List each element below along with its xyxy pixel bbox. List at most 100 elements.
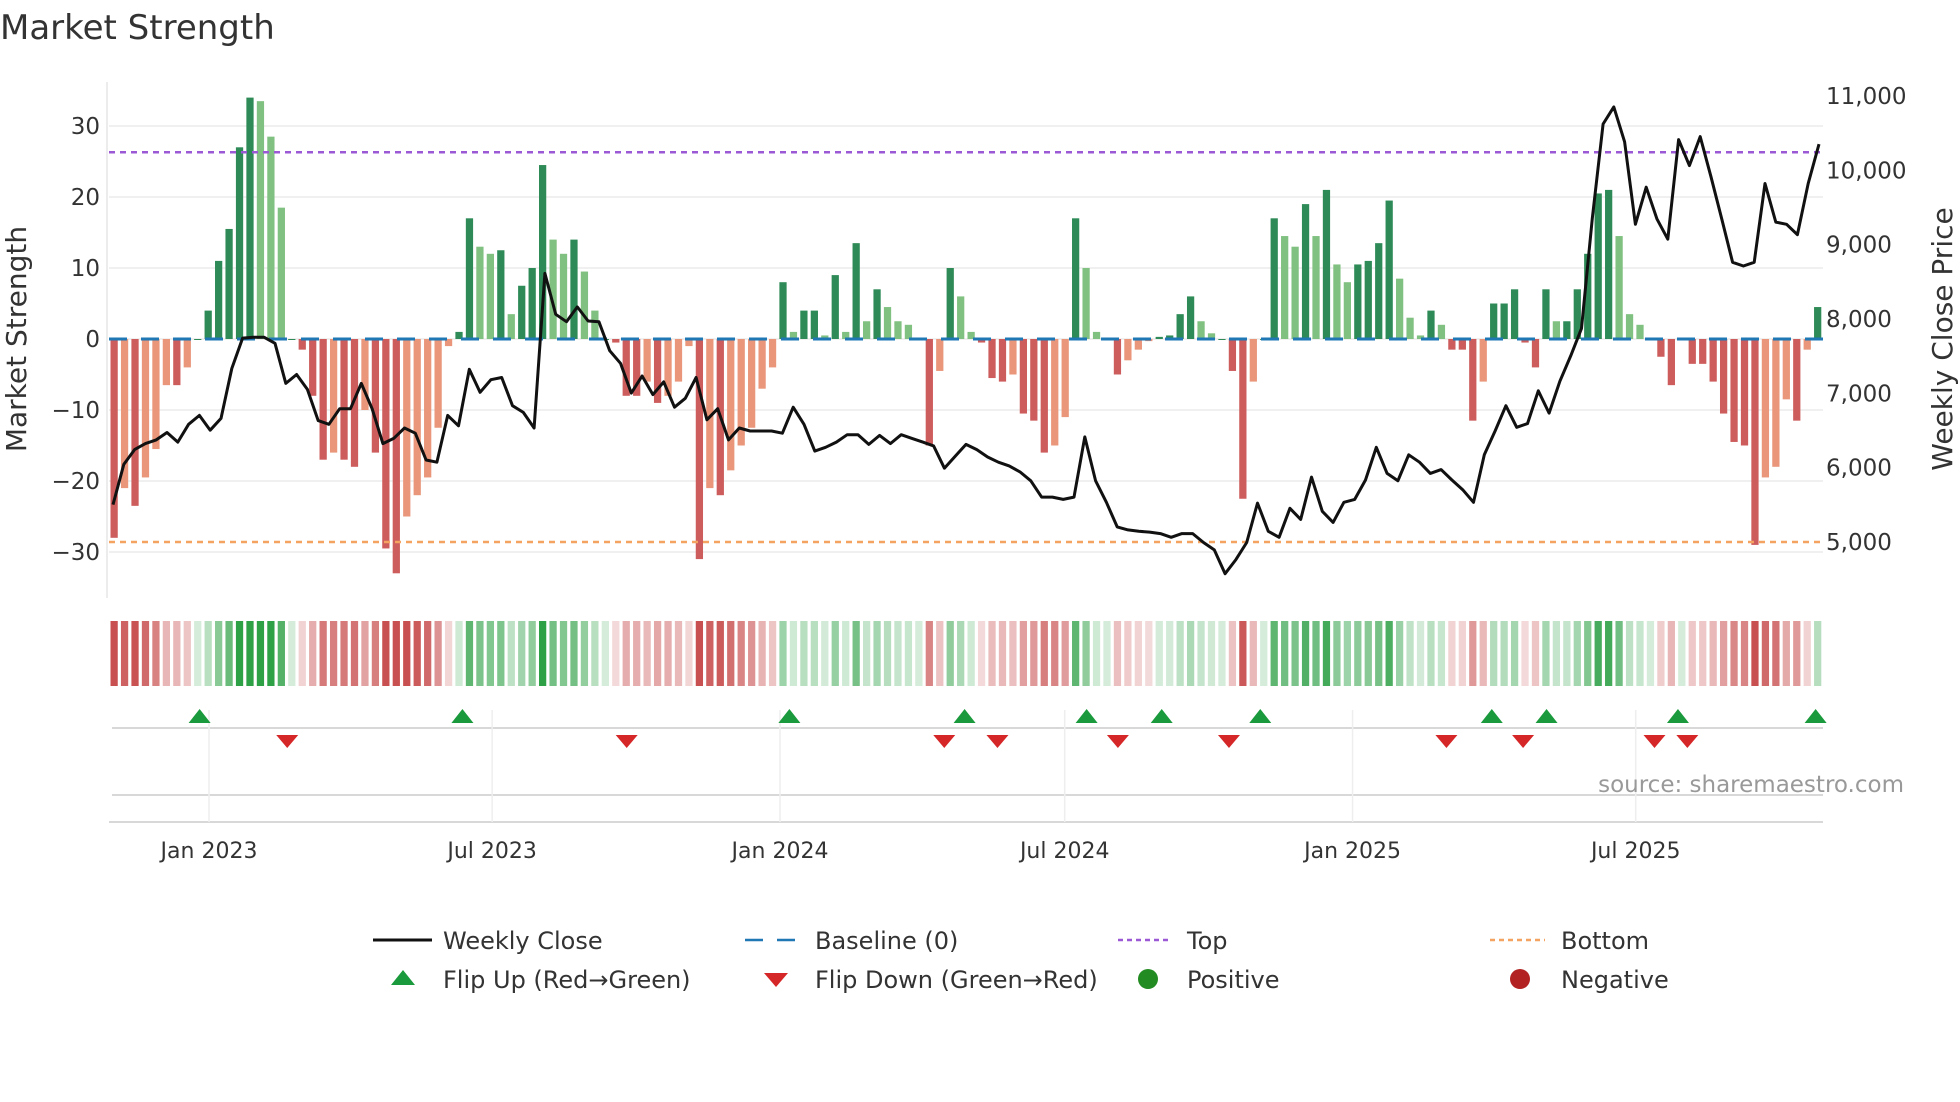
strip-cell: [1636, 621, 1643, 686]
strip-cell: [853, 621, 860, 686]
strip-cell: [1448, 621, 1455, 686]
flip-up-marker: [954, 709, 976, 723]
flip-up-marker: [1076, 709, 1098, 723]
strip-cell: [1365, 621, 1372, 686]
strip-cell: [309, 621, 316, 686]
positive-bar: [1490, 304, 1497, 340]
strip-cell: [1595, 621, 1602, 686]
strip-cell: [644, 621, 651, 686]
strip-cell: [988, 621, 995, 686]
x-tick-label: Jul 2023: [445, 839, 537, 864]
positive-bar: [779, 282, 786, 339]
positive-bar: [570, 240, 577, 339]
negative-bar: [1668, 339, 1675, 385]
strip-cell: [612, 621, 619, 686]
strip-cell: [424, 621, 431, 686]
flip-up-marker: [778, 709, 800, 723]
negative-bar: [1229, 339, 1236, 371]
negative-bar: [1020, 339, 1027, 414]
y-tick-label: 20: [71, 185, 100, 211]
strip-cell: [748, 621, 755, 686]
strip-cell: [1030, 621, 1037, 686]
positive-bar: [1605, 190, 1612, 339]
strip-cell: [884, 621, 891, 686]
strip-cell: [1375, 621, 1382, 686]
negative-bar: [999, 339, 1006, 382]
positive-bar: [591, 311, 598, 339]
strip-cell: [1333, 621, 1340, 686]
strip-cell: [873, 621, 880, 686]
y2-tick-label: 7,000: [1826, 381, 1892, 407]
strip-cell: [696, 621, 703, 686]
flip-markers: [109, 709, 1827, 822]
negative-bar: [173, 339, 180, 385]
strip-cell: [1804, 621, 1811, 686]
strength-bars: [111, 98, 1822, 574]
strip-cell: [1793, 621, 1800, 686]
negative-bar: [1135, 339, 1142, 350]
legend-flip-up-icon: [391, 970, 415, 985]
source-note: source: sharemaestro.com: [1598, 772, 1904, 798]
strip-cell: [1271, 621, 1278, 686]
negative-bar: [1239, 339, 1246, 499]
negative-bar: [1699, 339, 1706, 364]
positive-bar: [957, 296, 964, 339]
negative-bar: [748, 339, 755, 428]
strip-cell: [111, 621, 118, 686]
flip-down-marker: [1435, 735, 1457, 748]
strip-cell: [1511, 621, 1518, 686]
strip-cell: [194, 621, 201, 686]
negative-bar: [1480, 339, 1487, 382]
positive-bar: [884, 307, 891, 339]
strip-cell: [1417, 621, 1424, 686]
positive-bar: [1156, 337, 1163, 339]
negative-bar: [1730, 339, 1737, 442]
legend-label-baseline: Baseline (0): [815, 927, 958, 955]
strip-cell: [361, 621, 368, 686]
strip-cell: [1197, 621, 1204, 686]
strip-cell: [1563, 621, 1570, 686]
x-tick-label: Jul 2025: [1589, 839, 1681, 864]
strip-cell: [299, 621, 306, 686]
negative-bar: [320, 339, 327, 460]
strip-cell: [497, 621, 504, 686]
positive-bar: [905, 325, 912, 339]
positive-bar: [1636, 325, 1643, 339]
positive-bar: [1323, 190, 1330, 339]
strip-cell: [1553, 621, 1560, 686]
strip-cell: [1438, 621, 1445, 686]
positive-bar: [800, 311, 807, 339]
strip-cell: [1041, 621, 1048, 686]
strip-cell: [372, 621, 379, 686]
strip-cell: [685, 621, 692, 686]
negative-bar: [1772, 339, 1779, 467]
strip-cell: [1657, 621, 1664, 686]
positive-bar: [1427, 311, 1434, 339]
positive-bar: [1626, 314, 1633, 339]
negative-bar: [675, 339, 682, 382]
negative-bar: [330, 339, 337, 453]
chart-title: Market Strength: [0, 8, 275, 48]
negative-bar: [1751, 339, 1758, 545]
strip-cell: [1427, 621, 1434, 686]
positive-bar: [1438, 325, 1445, 339]
negative-bar: [1783, 339, 1790, 399]
strip-cell: [236, 621, 243, 686]
strip-cell: [1678, 621, 1685, 686]
negative-bar: [1741, 339, 1748, 446]
strip-cell: [1051, 621, 1058, 686]
negative-bar: [936, 339, 943, 371]
x-tick-label: Jul 2024: [1018, 839, 1110, 864]
strip-cell: [1783, 621, 1790, 686]
negative-bar: [111, 339, 118, 538]
market-strength-chart: Market Strength 3020100−10−20−3011,00010…: [0, 0, 1960, 1102]
negative-bar: [414, 339, 421, 495]
strip-cell: [957, 621, 964, 686]
strip-cell: [518, 621, 525, 686]
negative-bar: [1469, 339, 1476, 421]
positive-bar: [1563, 321, 1570, 339]
positive-bar: [508, 314, 515, 339]
strip-cell: [1323, 621, 1330, 686]
y-tick-label: −20: [51, 469, 100, 495]
strip-cell: [1699, 621, 1706, 686]
